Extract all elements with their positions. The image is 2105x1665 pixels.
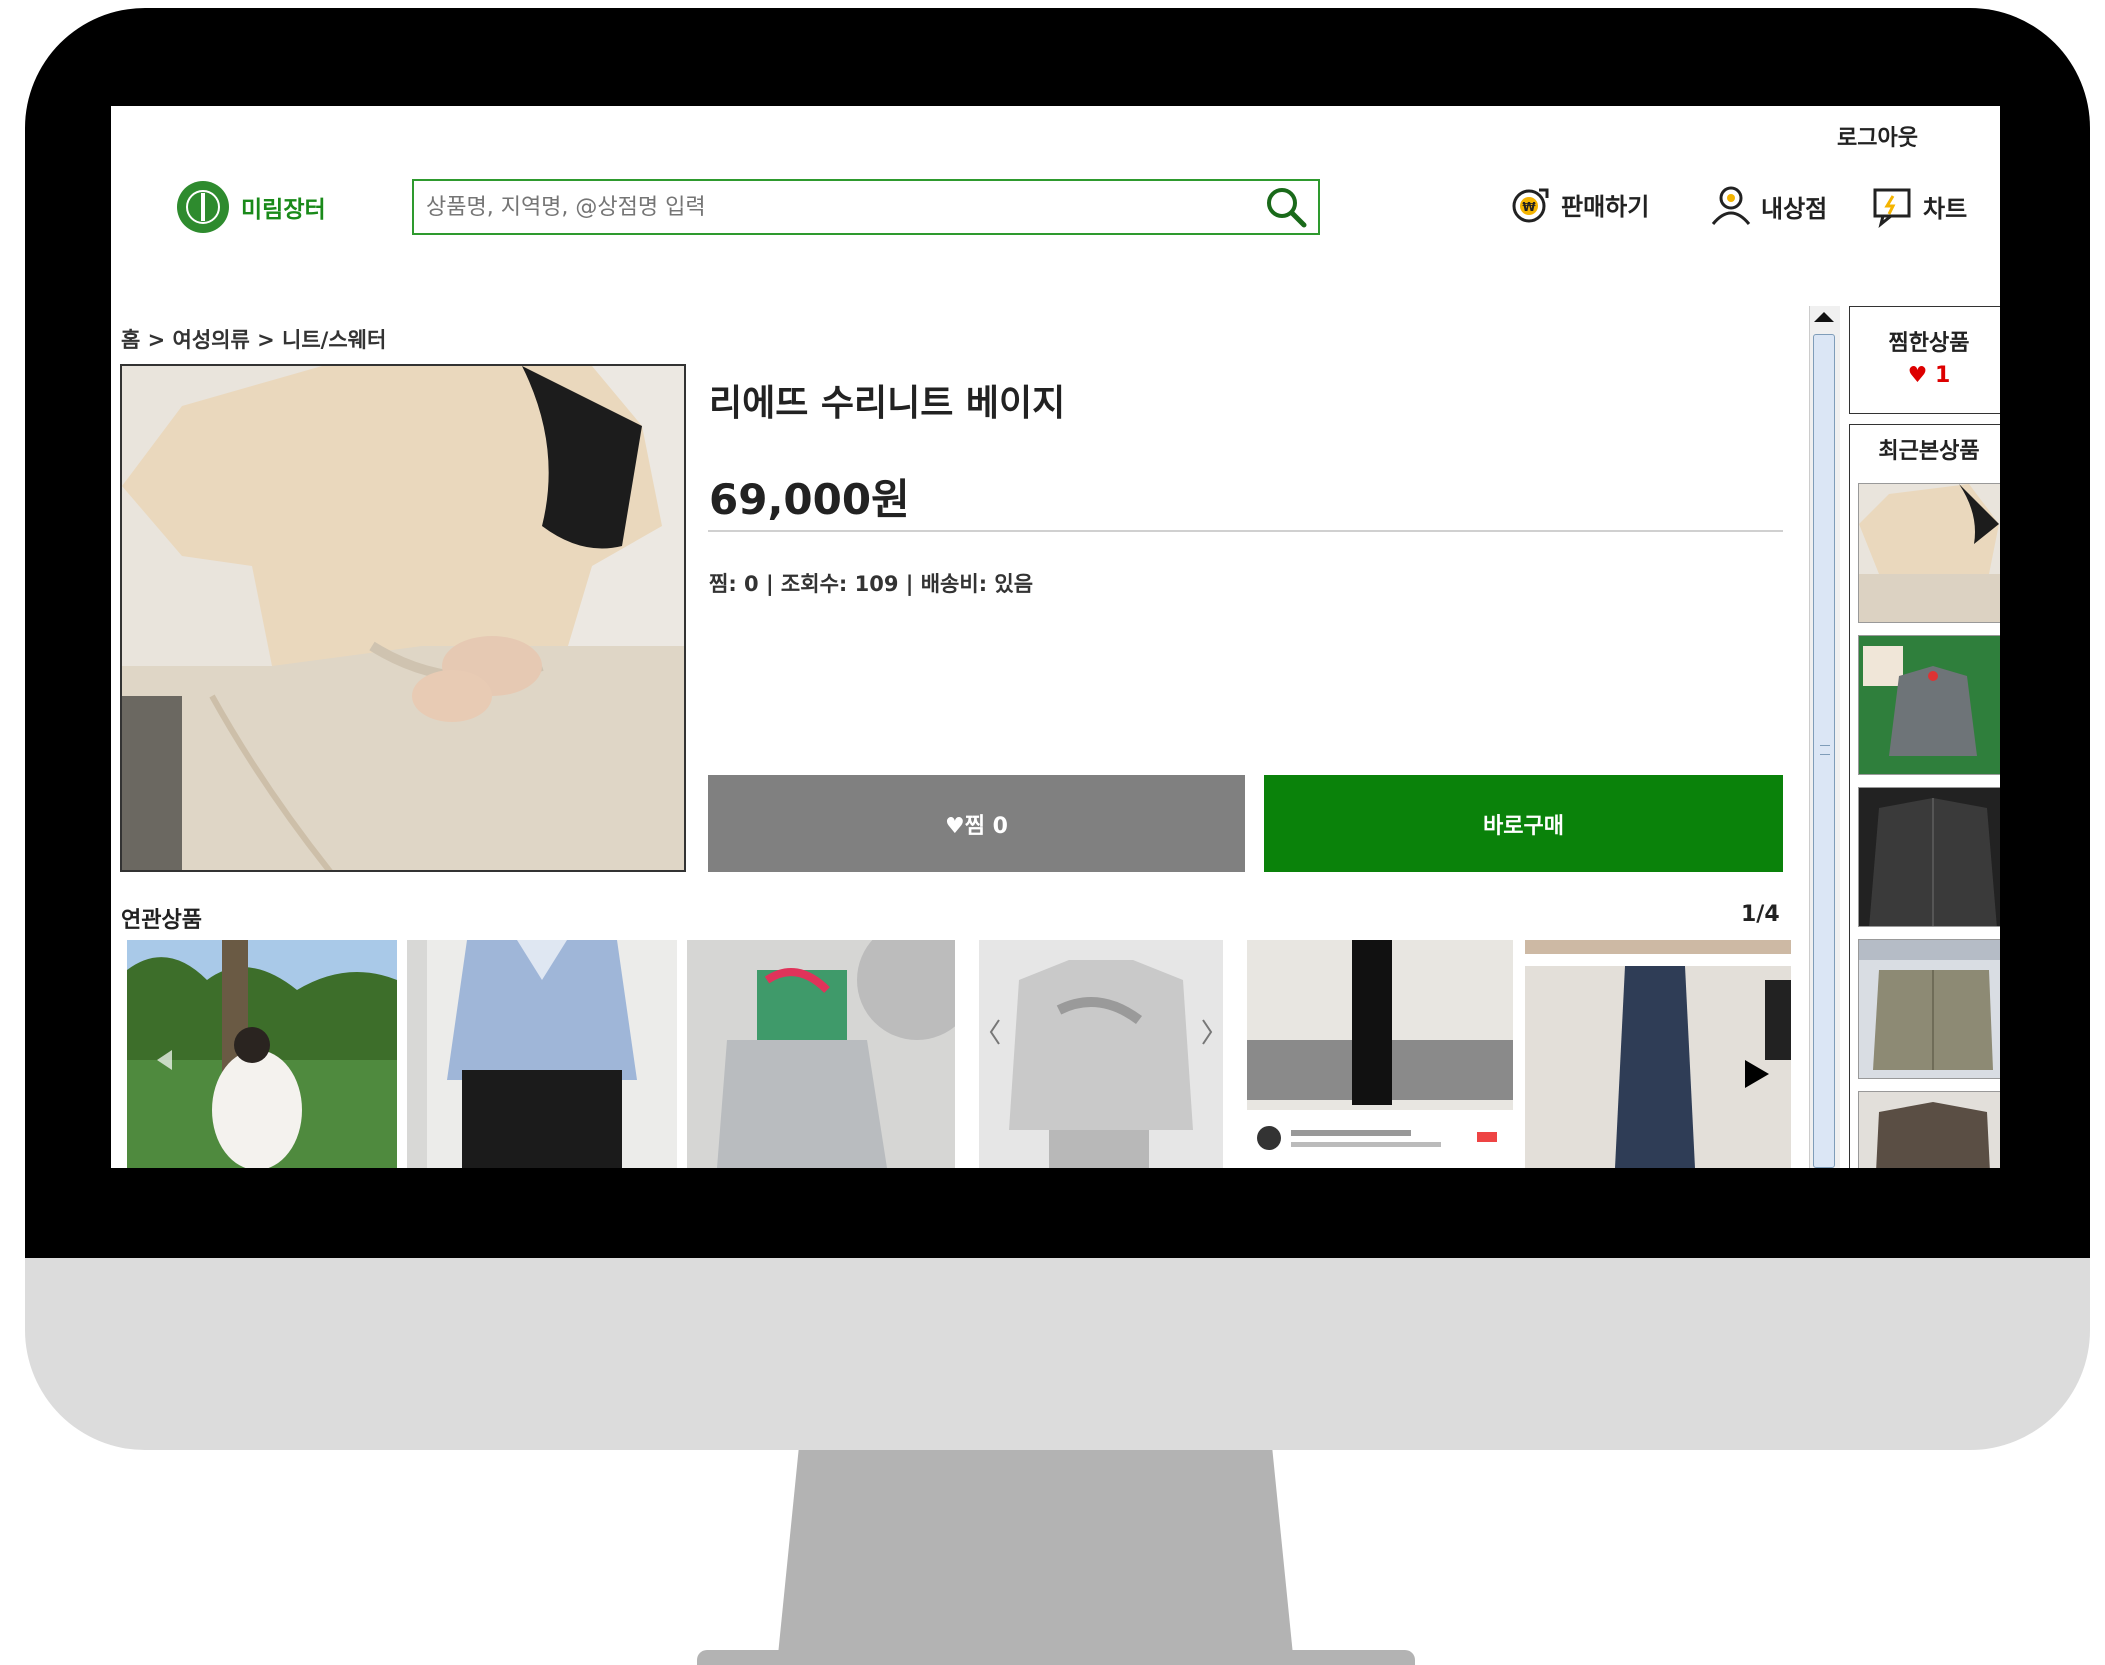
nav-my-store-label: 내상점 <box>1761 194 1828 223</box>
product-stats: 찜: 0 | 조회수: 109 | 배송비: 있음 <box>709 572 1034 596</box>
search-icon[interactable] <box>1262 183 1310 231</box>
product-title: 리에뜨 수리니트 베이지 <box>709 383 1066 424</box>
nav-chat-label: 차트 <box>1923 194 1968 223</box>
recent-product-thumb[interactable] <box>1858 1091 2000 1168</box>
buy-now-button[interactable]: 바로구매 <box>1264 775 1783 872</box>
logo-emblem-icon <box>177 181 229 233</box>
recent-products-title: 최근본상품 <box>1878 439 1980 464</box>
user-icon <box>1711 186 1751 225</box>
product-price: 69,000원 <box>709 475 910 524</box>
scrollbar-grip <box>1820 745 1830 755</box>
recent-product-thumb[interactable] <box>1858 483 2000 623</box>
breadcrumb[interactable]: 홈 > 여성의류 > 니트/스웨터 <box>121 324 386 354</box>
wishlist-panel[interactable]: 찜한상품 ♥ 1 <box>1849 306 2000 414</box>
related-product-thumb[interactable] <box>687 940 955 1168</box>
recent-product-thumb[interactable] <box>1858 939 2000 1079</box>
won-coin-icon: ₩ <box>1512 188 1549 223</box>
related-product-thumb[interactable] <box>1247 940 1513 1168</box>
monitor-stand-foot <box>697 1650 1415 1665</box>
related-products-title: 연관상품 <box>121 908 202 933</box>
nav-my-store[interactable]: 내상점 <box>1709 184 1827 228</box>
scrollbar-thumb[interactable] <box>1813 334 1835 1168</box>
monitor-stand-neck <box>778 1450 1293 1655</box>
recent-product-thumb[interactable] <box>1858 635 2000 775</box>
vertical-scrollbar[interactable] <box>1809 306 1840 1168</box>
recent-products-panel: 최근본상품 <box>1849 424 2000 1168</box>
recent-product-thumb[interactable] <box>1858 787 2000 927</box>
nav-sell[interactable]: ₩ 판매하기 <box>1509 184 1649 224</box>
related-product-thumb[interactable] <box>127 940 397 1168</box>
nav-chat[interactable]: 차트 <box>1871 184 1967 228</box>
brand-logo[interactable]: 미림장터 <box>177 181 326 233</box>
monitor-chin <box>25 1258 2090 1450</box>
price-divider <box>708 530 1783 532</box>
wishlist-count: ♥ 1 <box>1907 363 1951 388</box>
product-main-image[interactable] <box>120 364 686 872</box>
related-products-list <box>127 940 1807 1168</box>
scroll-up-arrow-icon[interactable] <box>1814 312 1834 322</box>
browser-screen: 로그아웃 미림장터 ₩ 판매하기 내상점 <box>111 106 2000 1168</box>
search-input[interactable] <box>414 193 1262 221</box>
svg-text:₩: ₩ <box>1522 200 1536 214</box>
related-page-indicator: 1/4 <box>1741 902 1780 927</box>
related-product-thumb[interactable] <box>407 940 677 1168</box>
related-product-thumb[interactable] <box>1525 940 1791 1168</box>
search-bar <box>412 179 1320 235</box>
nav-sell-label: 판매하기 <box>1561 192 1650 221</box>
chat-bubble-icon <box>1873 188 1911 228</box>
wishlist-title: 찜한상품 <box>1888 331 1970 356</box>
related-product-thumb[interactable] <box>979 940 1223 1168</box>
like-button[interactable]: ♥찜 0 <box>708 775 1245 872</box>
logout-link[interactable]: 로그아웃 <box>1837 120 1918 152</box>
brand-name: 미림장터 <box>241 197 326 223</box>
